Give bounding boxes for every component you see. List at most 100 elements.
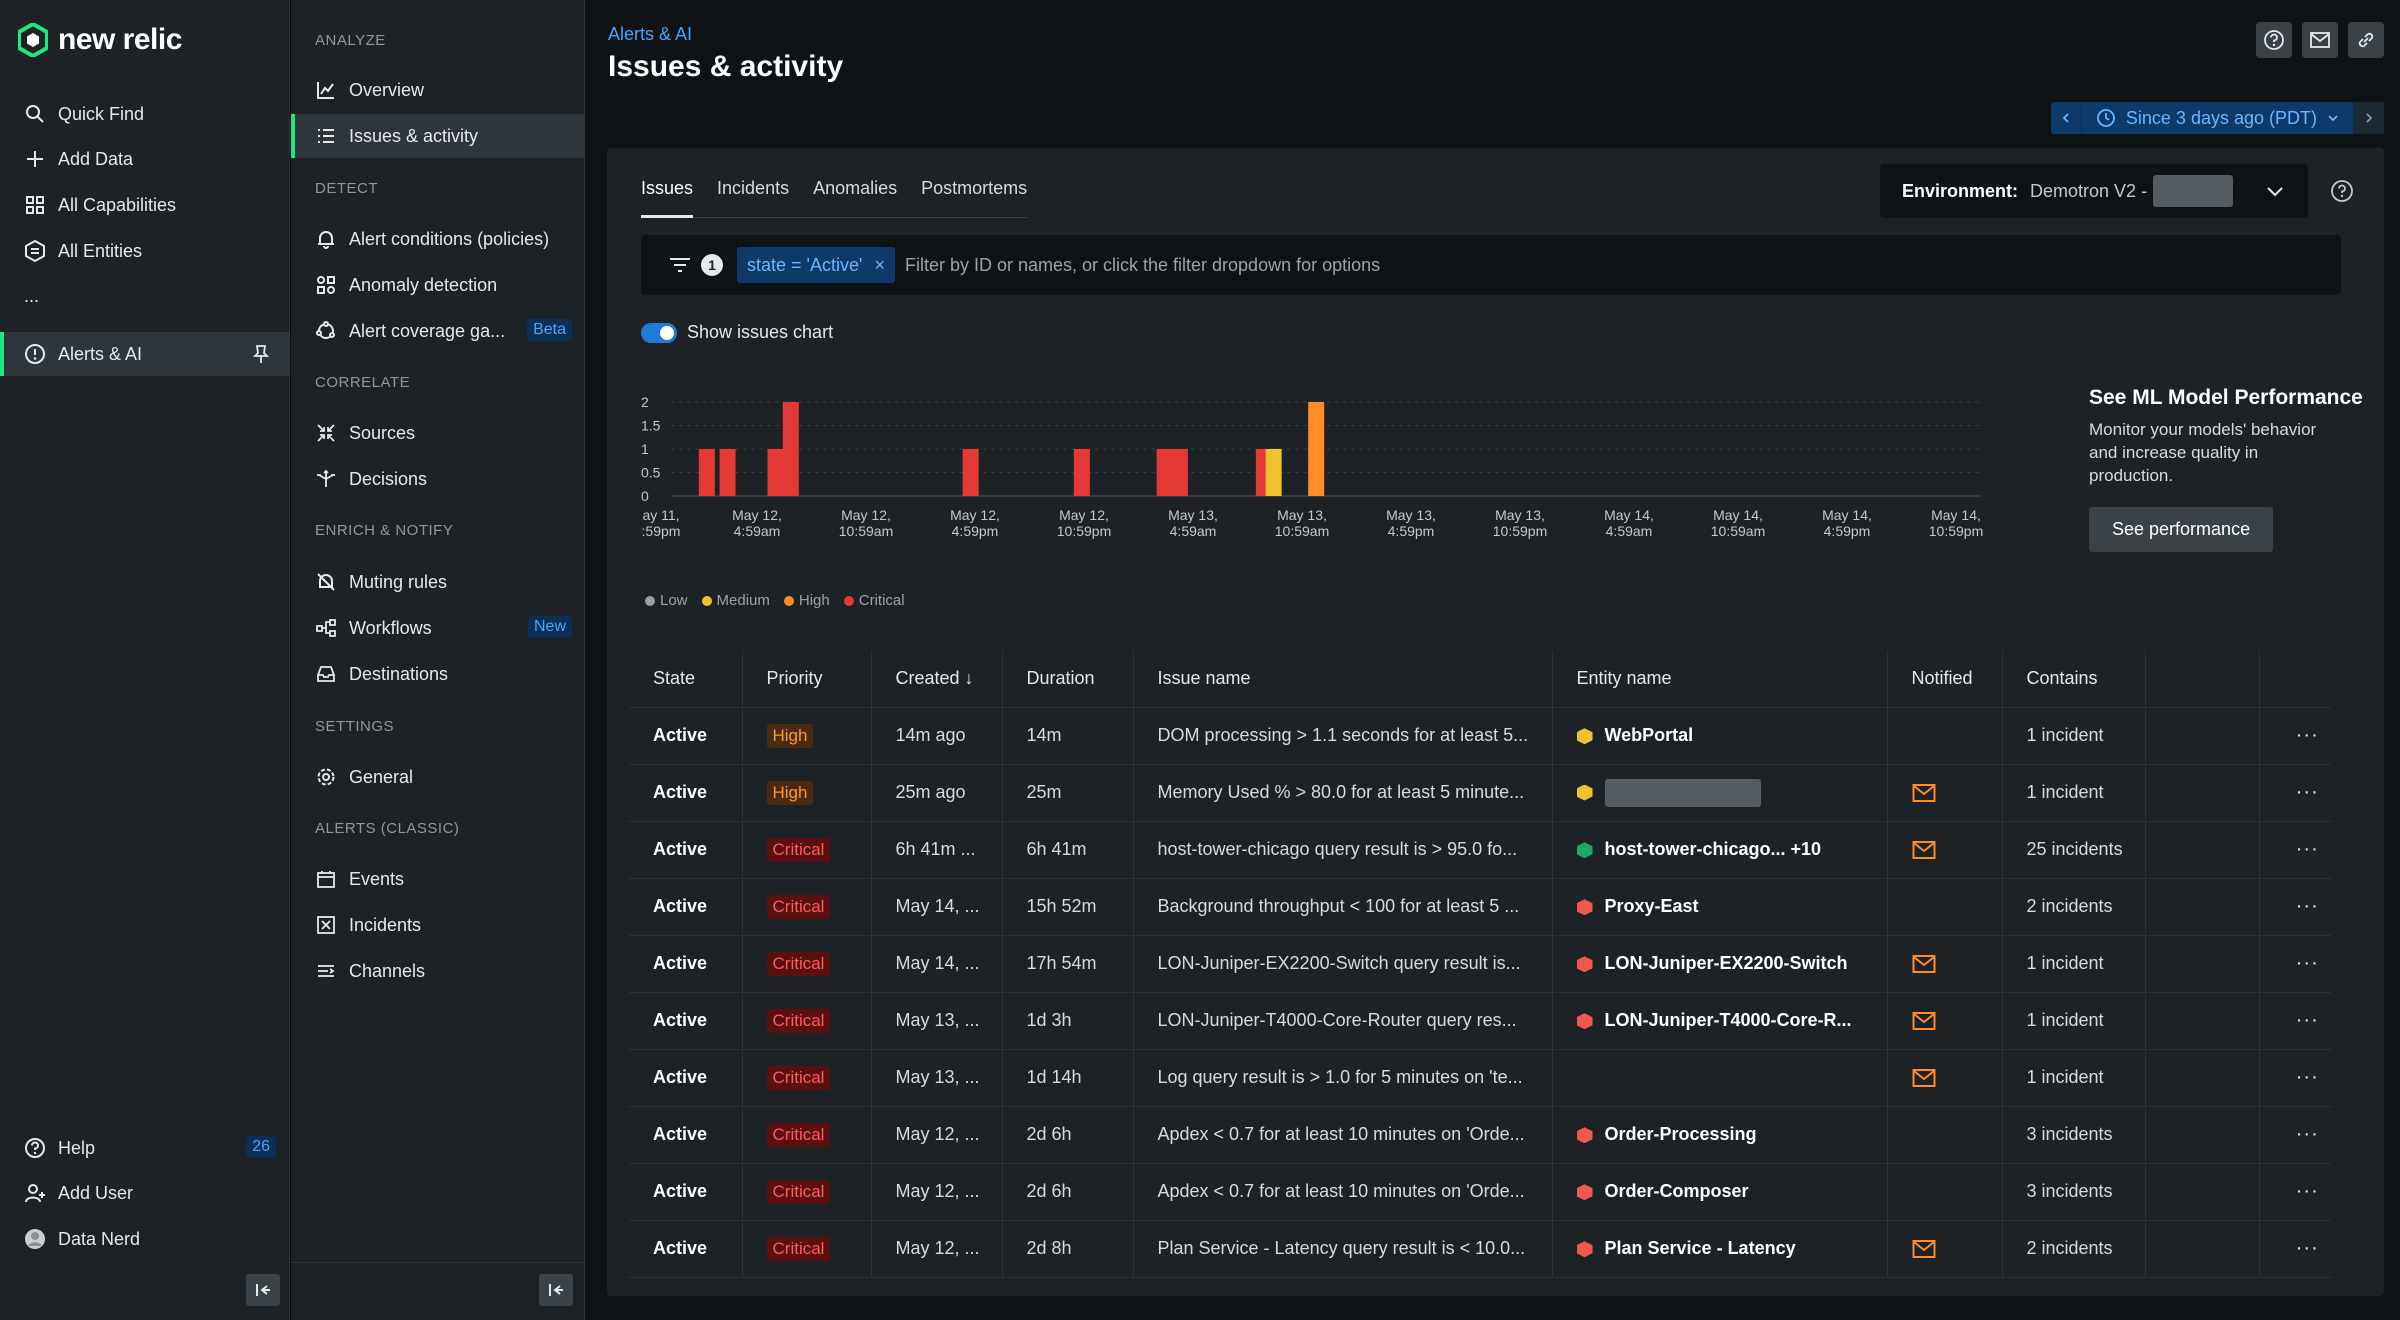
- toggle-switch[interactable]: [641, 322, 677, 343]
- cell-issue-name[interactable]: Memory Used % > 80.0 for at least 5 minu…: [1133, 764, 1553, 822]
- copy-link-button[interactable]: [2348, 22, 2384, 58]
- time-range-selector[interactable]: Since 3 days ago (PDT): [2080, 102, 2354, 134]
- table-row[interactable]: Active Critical May 12, ... 2d 6h Apdex < 0.…: [629, 1106, 2331, 1164]
- row-actions-menu[interactable]: ···: [2259, 992, 2331, 1050]
- col-created[interactable]: Created ↓: [871, 650, 1003, 708]
- cell-issue-name[interactable]: Apdex < 0.7 for at least 10 minutes on '…: [1133, 1106, 1553, 1164]
- table-row[interactable]: Active Critical May 12, ... 2d 8h Plan Servi…: [629, 1220, 2331, 1278]
- filter-input[interactable]: Filter by ID or names, or click the filt…: [905, 255, 1380, 276]
- nav-more[interactable]: ...: [0, 274, 290, 318]
- col-issue-name[interactable]: Issue name: [1133, 650, 1553, 708]
- x-tick-label: May 13,: [1168, 507, 1218, 523]
- mail-icon: [1912, 784, 1935, 803]
- time-prev-button[interactable]: [2051, 102, 2081, 134]
- entity-name[interactable]: LON-Juniper-EX2200-Switch: [1605, 953, 1848, 973]
- col-priority[interactable]: Priority: [742, 650, 872, 708]
- tab-postmortems[interactable]: Postmortems: [921, 178, 1027, 218]
- cell-issue-name[interactable]: LON-Juniper-EX2200-Switch query result i…: [1133, 935, 1553, 993]
- nav-overview[interactable]: Overview: [291, 68, 584, 112]
- tab-issues[interactable]: Issues: [641, 178, 694, 218]
- nav-sources[interactable]: Sources: [291, 411, 584, 455]
- cell-entity-name: Plan Service - Latency: [1552, 1220, 1888, 1278]
- table-row[interactable]: Active Critical May 13, ... 1d 14h Log query…: [629, 1049, 2331, 1107]
- cell-issue-name[interactable]: Log query result is > 1.0 for 5 minutes …: [1133, 1049, 1553, 1107]
- breadcrumb[interactable]: Alerts & AI: [608, 24, 692, 45]
- nav-events[interactable]: Events: [291, 857, 584, 901]
- tab-incidents[interactable]: Incidents: [717, 178, 789, 218]
- row-actions-menu[interactable]: ···: [2259, 878, 2331, 936]
- see-performance-button[interactable]: See performance: [2089, 507, 2274, 552]
- entity-name[interactable]: host-tower-chicago... +10: [1605, 839, 1822, 859]
- table-row[interactable]: Active High 25m ago 25m Memory Used % > 80.0…: [629, 764, 2331, 822]
- table-row[interactable]: Active High 14m ago 14m DOM processing > 1.1…: [629, 707, 2331, 765]
- feedback-button[interactable]: [2302, 22, 2338, 58]
- nav-decisions[interactable]: Decisions: [291, 457, 584, 501]
- nav-general[interactable]: General: [291, 755, 584, 799]
- close-icon[interactable]: ×: [874, 255, 885, 276]
- nav-user-profile[interactable]: Data Nerd: [0, 1217, 290, 1261]
- nav-incidents[interactable]: Incidents: [291, 903, 584, 947]
- row-actions-menu[interactable]: ···: [2259, 1049, 2331, 1107]
- table-row[interactable]: Active Critical May 12, ... 2d 6h Apdex < 0.…: [629, 1163, 2331, 1221]
- collapse-primary-nav-button[interactable]: [246, 1274, 280, 1306]
- filter-icon[interactable]: [669, 255, 691, 275]
- cell-issue-name[interactable]: LON-Juniper-T4000-Core-Router query res.…: [1133, 992, 1553, 1050]
- row-actions-menu[interactable]: ···: [2259, 1220, 2331, 1278]
- entity-name[interactable]: Proxy-East: [1605, 896, 1699, 916]
- chart-bar-critical: [1171, 449, 1188, 496]
- new-relic-logo[interactable]: new relic: [18, 20, 182, 60]
- pin-icon[interactable]: [250, 343, 272, 365]
- table-row[interactable]: Active Critical May 14, ... 15h 52m Backgrou…: [629, 878, 2331, 936]
- nav-alerts-ai[interactable]: Alerts & AI: [0, 332, 290, 376]
- time-next-button[interactable]: [2354, 102, 2384, 134]
- nav-channels[interactable]: Channels: [291, 949, 584, 993]
- row-actions-menu[interactable]: ···: [2259, 707, 2331, 765]
- environment-selector[interactable]: Environment: Demotron V2 -: [1880, 164, 2308, 218]
- row-actions-menu[interactable]: ···: [2259, 935, 2331, 993]
- nav-destinations[interactable]: Destinations: [291, 652, 584, 696]
- help-button[interactable]: [2256, 22, 2292, 58]
- collapse-secondary-nav-button[interactable]: [539, 1274, 573, 1306]
- entity-name[interactable]: LON-Juniper-T4000-Core-R...: [1605, 1010, 1852, 1030]
- cell-issue-name[interactable]: Background throughput < 100 for at least…: [1133, 878, 1553, 936]
- environment-help-icon[interactable]: [2330, 179, 2354, 203]
- nav-help[interactable]: Help 26: [0, 1126, 290, 1170]
- nav-alert-coverage[interactable]: Alert coverage ga... Beta: [291, 309, 584, 353]
- entity-name[interactable]: Plan Service - Latency: [1605, 1238, 1796, 1258]
- table-row[interactable]: Active Critical May 14, ... 17h 54m LON-Juni…: [629, 935, 2331, 993]
- col-contains[interactable]: Contains: [2002, 650, 2146, 708]
- cell-issue-name[interactable]: host-tower-chicago query result is > 95.…: [1133, 821, 1553, 879]
- cell-contains: 25 incidents: [2002, 821, 2146, 879]
- col-notified[interactable]: Notified: [1887, 650, 2003, 708]
- nav-all-capabilities[interactable]: All Capabilities: [0, 183, 290, 227]
- nav-add-user[interactable]: Add User: [0, 1171, 290, 1215]
- col-entity-name[interactable]: Entity name: [1552, 650, 1888, 708]
- environment-label: Environment:: [1902, 180, 2019, 201]
- cell-issue-name[interactable]: DOM processing > 1.1 seconds for at leas…: [1133, 707, 1553, 765]
- col-state[interactable]: State: [629, 650, 743, 708]
- nav-add-data[interactable]: Add Data: [0, 137, 290, 181]
- nav-issues-activity[interactable]: Issues & activity: [291, 114, 584, 158]
- nav-muting-rules[interactable]: Muting rules: [291, 560, 584, 604]
- table-row[interactable]: Active Critical May 13, ... 1d 3h LON-Junipe…: [629, 992, 2331, 1050]
- col-duration[interactable]: Duration: [1002, 650, 1134, 708]
- nav-alert-conditions[interactable]: Alert conditions (policies): [291, 217, 584, 261]
- nav-anomaly-detection[interactable]: Anomaly detection: [291, 263, 584, 307]
- row-actions-menu[interactable]: ···: [2259, 821, 2331, 879]
- cell-issue-name[interactable]: Apdex < 0.7 for at least 10 minutes on '…: [1133, 1163, 1553, 1221]
- table-row[interactable]: Active Critical 6h 41m ... 6h 41m host-tower…: [629, 821, 2331, 879]
- nav-all-entities[interactable]: All Entities: [0, 229, 290, 273]
- nav-quick-find[interactable]: Quick Find: [0, 92, 290, 136]
- cell-state: Active: [629, 821, 743, 879]
- filter-chip[interactable]: state = 'Active' ×: [737, 247, 895, 283]
- cell-notified: [1887, 764, 2003, 822]
- row-actions-menu[interactable]: ···: [2259, 1163, 2331, 1221]
- row-actions-menu[interactable]: ···: [2259, 1106, 2331, 1164]
- cell-issue-name[interactable]: Plan Service - Latency query result is <…: [1133, 1220, 1553, 1278]
- entity-name[interactable]: Order-Composer: [1605, 1181, 1749, 1201]
- row-actions-menu[interactable]: ···: [2259, 764, 2331, 822]
- entity-name[interactable]: Order-Processing: [1605, 1124, 1757, 1144]
- tab-anomalies[interactable]: Anomalies: [813, 178, 897, 218]
- nav-workflows[interactable]: Workflows New: [291, 606, 584, 650]
- entity-name[interactable]: WebPortal: [1605, 725, 1694, 745]
